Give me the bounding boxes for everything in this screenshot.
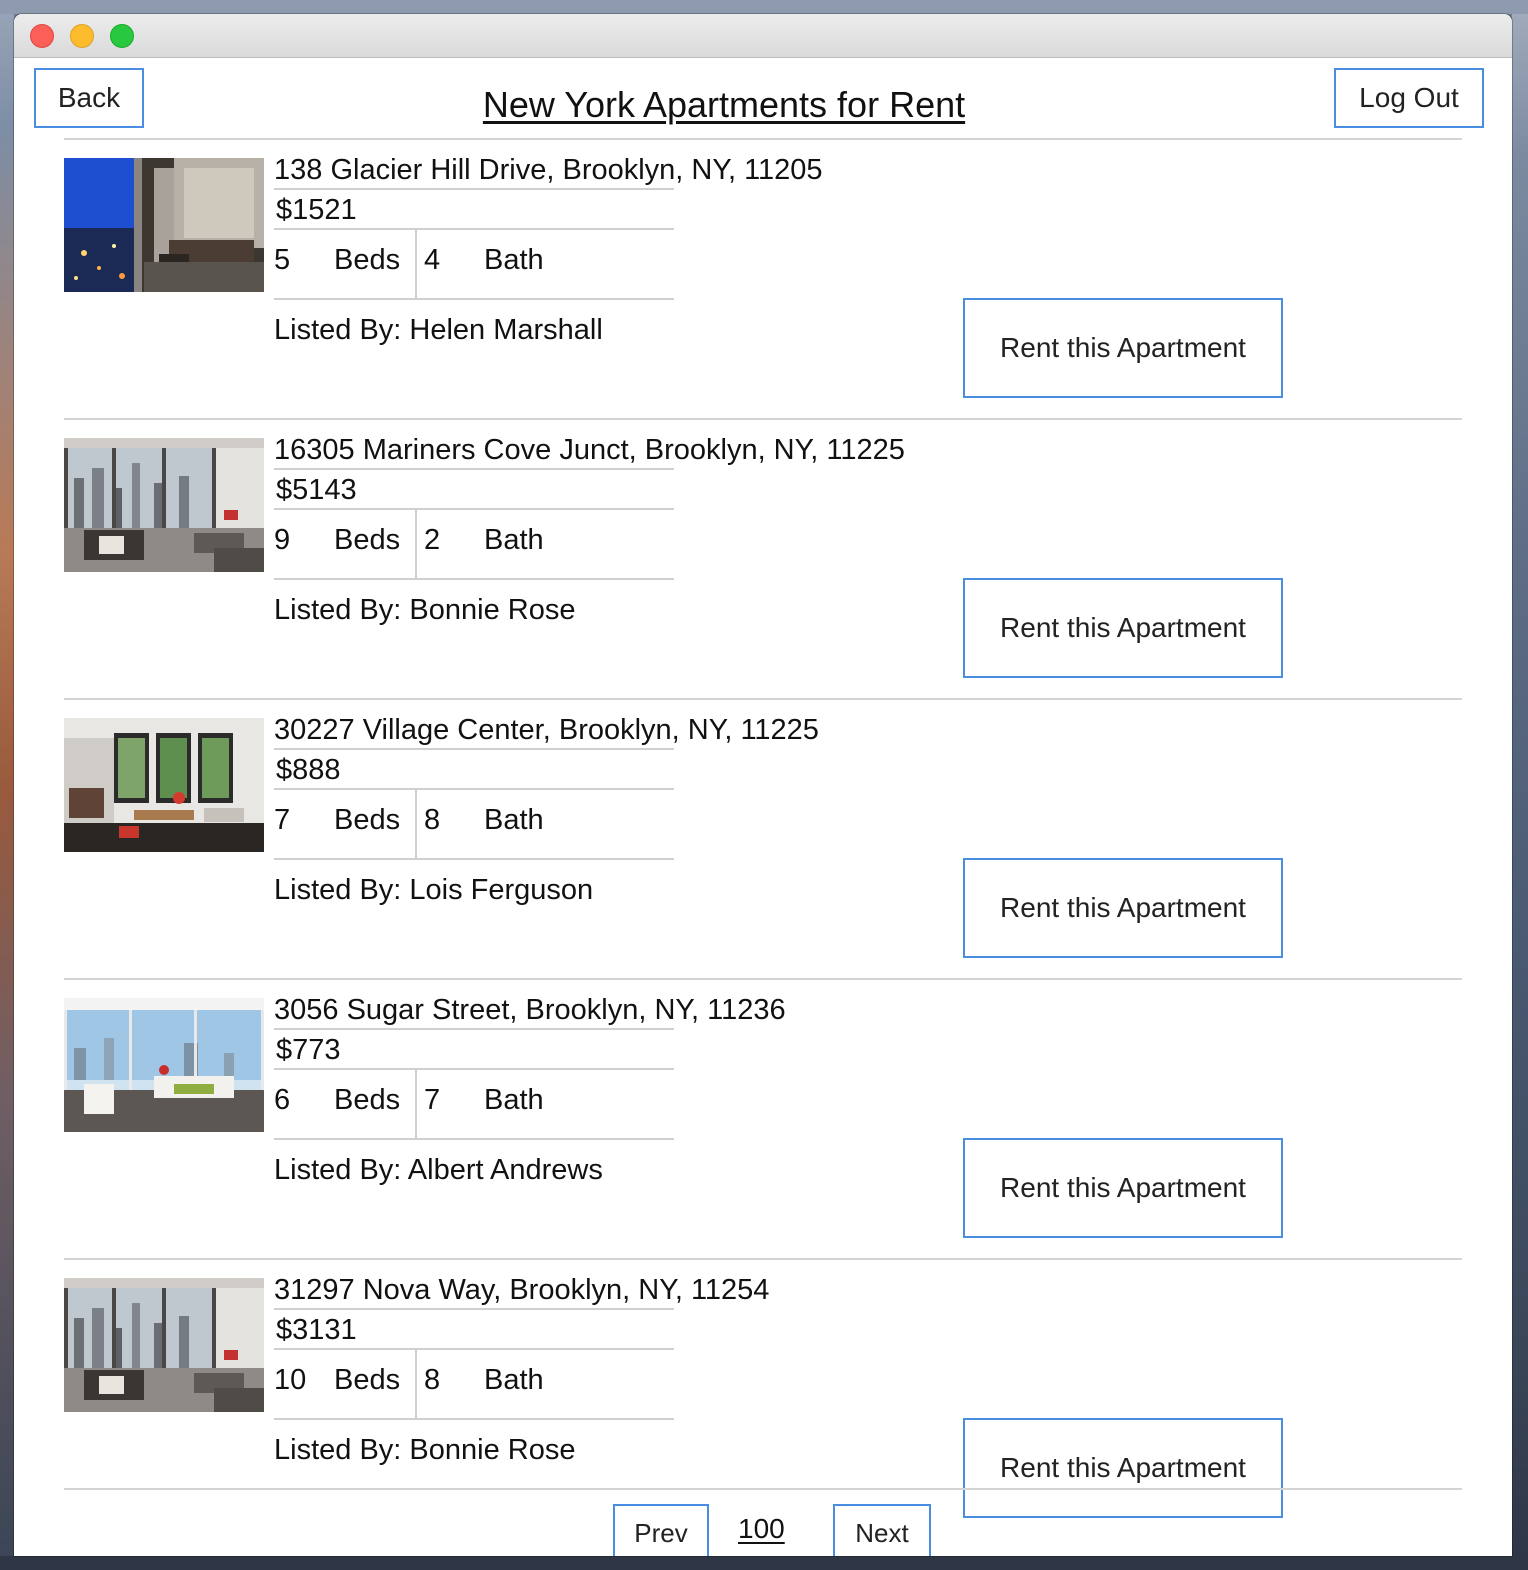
- divider: [64, 1488, 1462, 1490]
- divider: [274, 858, 674, 860]
- listing-price: $1521: [276, 194, 357, 226]
- rent-apartment-button[interactable]: Rent this Apartment: [963, 578, 1283, 678]
- baths-label: Bath: [484, 524, 544, 556]
- divider: [274, 1418, 674, 1420]
- listed-by: Listed By: Helen Marshall: [274, 314, 603, 346]
- baths-label: Bath: [484, 244, 544, 276]
- divider: [415, 1070, 417, 1140]
- divider: [274, 508, 674, 510]
- listing-price: $3131: [276, 1314, 357, 1346]
- main-content: Back New York Apartments for Rent Log Ou…: [14, 58, 1512, 1556]
- divider: [274, 788, 674, 790]
- listing-item: 30227 Village Center, Brooklyn, NY, 1122…: [64, 714, 1462, 998]
- listing-price: $5143: [276, 474, 357, 506]
- page-number: 100: [738, 1513, 785, 1544]
- baths-label: Bath: [484, 804, 544, 836]
- next-page-button[interactable]: Next: [833, 1504, 931, 1556]
- divider: [274, 748, 674, 750]
- baths-label: Bath: [484, 1364, 544, 1396]
- beds-count: 5: [274, 244, 291, 276]
- desktop-wallpaper-bottom: [0, 1556, 1528, 1570]
- apartment-photo: [64, 158, 264, 292]
- listed-by: Listed By: Lois Ferguson: [274, 874, 594, 906]
- listing-item: 3056 Sugar Street, Brooklyn, NY, 11236 $…: [64, 994, 1462, 1278]
- beds-count: 7: [274, 804, 291, 836]
- close-window-button[interactable]: [30, 24, 54, 48]
- listed-by: Listed By: Bonnie Rose: [274, 594, 576, 626]
- beds-label: Beds: [334, 804, 401, 836]
- rent-apartment-button[interactable]: Rent this Apartment: [963, 1138, 1283, 1238]
- divider: [274, 188, 674, 190]
- baths-label: Bath: [484, 1084, 544, 1116]
- divider: [64, 978, 1462, 980]
- divider: [64, 698, 1462, 700]
- divider: [274, 1348, 674, 1350]
- listing-address: 3056 Sugar Street, Brooklyn, NY, 11236: [274, 994, 786, 1026]
- listing-price: $888: [276, 754, 341, 786]
- beds-label: Beds: [334, 1364, 401, 1396]
- divider: [274, 468, 674, 470]
- prev-page-button[interactable]: Prev: [613, 1504, 709, 1556]
- beds-label: Beds: [334, 524, 401, 556]
- beds-label: Beds: [334, 244, 401, 276]
- divider: [415, 510, 417, 580]
- baths-count: 4: [424, 244, 441, 276]
- divider: [274, 578, 674, 580]
- zoom-window-button[interactable]: [110, 24, 134, 48]
- rent-apartment-button[interactable]: Rent this Apartment: [963, 1418, 1283, 1518]
- listing-item: 16305 Mariners Cove Junct, Brooklyn, NY,…: [64, 434, 1462, 718]
- divider: [274, 228, 674, 230]
- baths-count: 8: [424, 804, 441, 836]
- page-title: New York Apartments for Rent: [482, 84, 966, 125]
- logout-button[interactable]: Log Out: [1334, 68, 1484, 128]
- desktop-wallpaper-right: [1512, 0, 1528, 1570]
- listing-address: 16305 Mariners Cove Junct, Brooklyn, NY,…: [274, 434, 905, 466]
- beds-count: 6: [274, 1084, 291, 1116]
- listed-by: Listed By: Bonnie Rose: [274, 1434, 576, 1466]
- listing-address: 30227 Village Center, Brooklyn, NY, 1122…: [274, 714, 819, 746]
- apartment-photo: [64, 718, 264, 852]
- divider: [415, 1350, 417, 1420]
- baths-count: 2: [424, 524, 441, 556]
- apartment-photo: [64, 438, 264, 572]
- desktop-wallpaper-left: [0, 0, 14, 1570]
- app-window: Back New York Apartments for Rent Log Ou…: [14, 14, 1512, 1556]
- divider: [274, 1028, 674, 1030]
- baths-count: 8: [424, 1364, 441, 1396]
- divider: [274, 1138, 674, 1140]
- listed-by: Listed By: Albert Andrews: [274, 1154, 603, 1186]
- listing-item: 138 Glacier Hill Drive, Brooklyn, NY, 11…: [64, 154, 1462, 438]
- title-bar[interactable]: [14, 14, 1512, 58]
- listing-address: 31297 Nova Way, Brooklyn, NY, 11254: [274, 1274, 770, 1306]
- beds-count: 10: [274, 1364, 307, 1396]
- baths-count: 7: [424, 1084, 441, 1116]
- divider: [274, 1308, 674, 1310]
- divider: [64, 1258, 1462, 1260]
- divider: [274, 1068, 674, 1070]
- divider: [415, 230, 417, 300]
- listing-price: $773: [276, 1034, 341, 1066]
- rent-apartment-button[interactable]: Rent this Apartment: [963, 858, 1283, 958]
- desktop-wallpaper-top: [0, 0, 1528, 14]
- beds-count: 9: [274, 524, 291, 556]
- apartment-photo: [64, 998, 264, 1132]
- apartment-photo: [64, 1278, 264, 1412]
- minimize-window-button[interactable]: [70, 24, 94, 48]
- divider: [64, 418, 1462, 420]
- divider: [415, 790, 417, 860]
- beds-label: Beds: [334, 1084, 401, 1116]
- rent-apartment-button[interactable]: Rent this Apartment: [963, 298, 1283, 398]
- divider: [274, 298, 674, 300]
- listing-address: 138 Glacier Hill Drive, Brooklyn, NY, 11…: [274, 154, 823, 186]
- divider: [64, 138, 1462, 140]
